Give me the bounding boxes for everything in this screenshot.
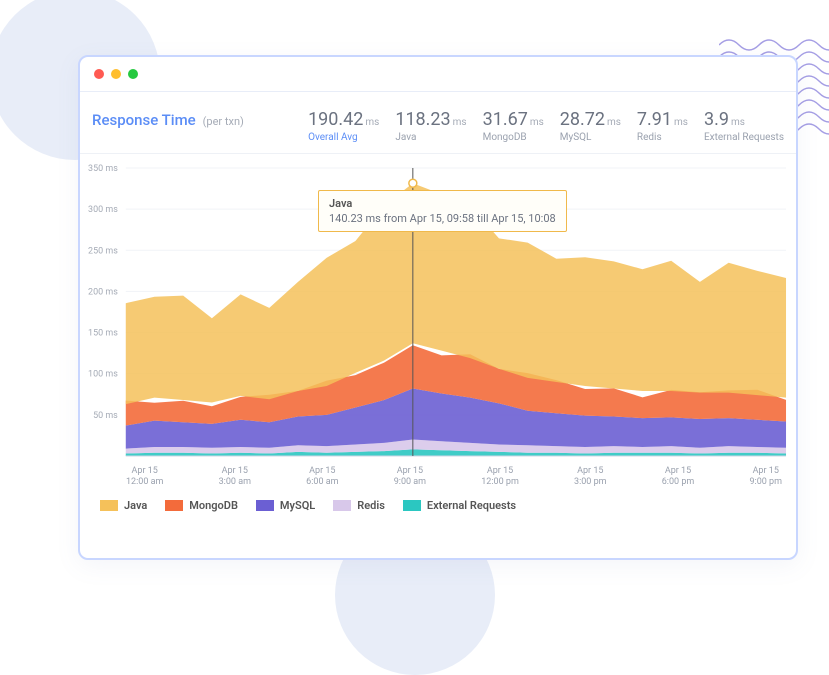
window-titlebar	[80, 57, 796, 92]
x-tick: Apr 153:00 pm	[574, 466, 607, 489]
x-tick: Apr 159:00 am	[394, 466, 426, 489]
close-icon[interactable]	[94, 69, 104, 79]
swatch-external	[403, 500, 421, 511]
x-axis-labels: Apr 1512:00 am Apr 153:00 am Apr 156:00 …	[80, 466, 796, 489]
tooltip-series: Java	[329, 197, 556, 210]
svg-text:300 ms: 300 ms	[88, 205, 118, 215]
metric-mysql: 28.72ms MySQL	[560, 110, 621, 143]
metric-mongodb: 31.67ms MongoDB	[483, 110, 544, 143]
title-text: Response Time	[92, 111, 196, 129]
chart-area[interactable]: 350 ms 300 ms 250 ms 200 ms 150 ms 100 ms 50 m…	[80, 154, 796, 462]
metric-redis: 7.91ms Redis	[637, 110, 688, 143]
x-tick: Apr 156:00 am	[306, 466, 338, 489]
x-tick: Apr 153:00 am	[219, 466, 251, 489]
swatch-mongodb	[165, 500, 183, 511]
title-subtitle: (per txn)	[203, 115, 244, 128]
legend-mysql[interactable]: MySQL	[256, 499, 315, 512]
swatch-java	[100, 500, 118, 511]
svg-text:200 ms: 200 ms	[88, 287, 118, 297]
tooltip-text: 140.23 ms from Apr 15, 09:58 till Apr 15…	[329, 212, 556, 225]
minimize-icon[interactable]	[111, 69, 121, 79]
maximize-icon[interactable]	[128, 69, 138, 79]
x-tick: Apr 159:00 pm	[749, 466, 782, 489]
chart-legend: Java MongoDB MySQL Redis External Reques…	[80, 489, 796, 512]
x-tick: Apr 156:00 pm	[662, 466, 695, 489]
metrics-row: 190.42ms Overall Avg 118.23ms Java 31.67…	[308, 110, 784, 143]
svg-text:150 ms: 150 ms	[88, 329, 118, 339]
page-title: Response Time (per txn)	[92, 110, 244, 129]
metric-overall-avg: 190.42ms Overall Avg	[308, 110, 379, 143]
x-tick: Apr 1512:00 am	[126, 466, 163, 489]
metric-java: 118.23ms Java	[395, 110, 466, 143]
legend-java[interactable]: Java	[100, 499, 147, 512]
x-tick: Apr 1512:00 pm	[481, 466, 519, 489]
svg-text:250 ms: 250 ms	[88, 246, 118, 256]
app-window: Response Time (per txn) 190.42ms Overall…	[78, 55, 798, 560]
svg-text:50 ms: 50 ms	[93, 411, 118, 421]
swatch-mysql	[256, 500, 274, 511]
metrics-header: Response Time (per txn) 190.42ms Overall…	[80, 92, 796, 154]
legend-redis[interactable]: Redis	[333, 499, 385, 512]
chart-tooltip: Java 140.23 ms from Apr 15, 09:58 till A…	[318, 190, 567, 232]
svg-text:350 ms: 350 ms	[88, 164, 118, 174]
svg-text:100 ms: 100 ms	[88, 370, 118, 380]
swatch-redis	[333, 500, 351, 511]
legend-mongodb[interactable]: MongoDB	[165, 499, 238, 512]
legend-external[interactable]: External Requests	[403, 499, 516, 512]
metric-external: 3.9ms External Requests	[704, 110, 784, 143]
